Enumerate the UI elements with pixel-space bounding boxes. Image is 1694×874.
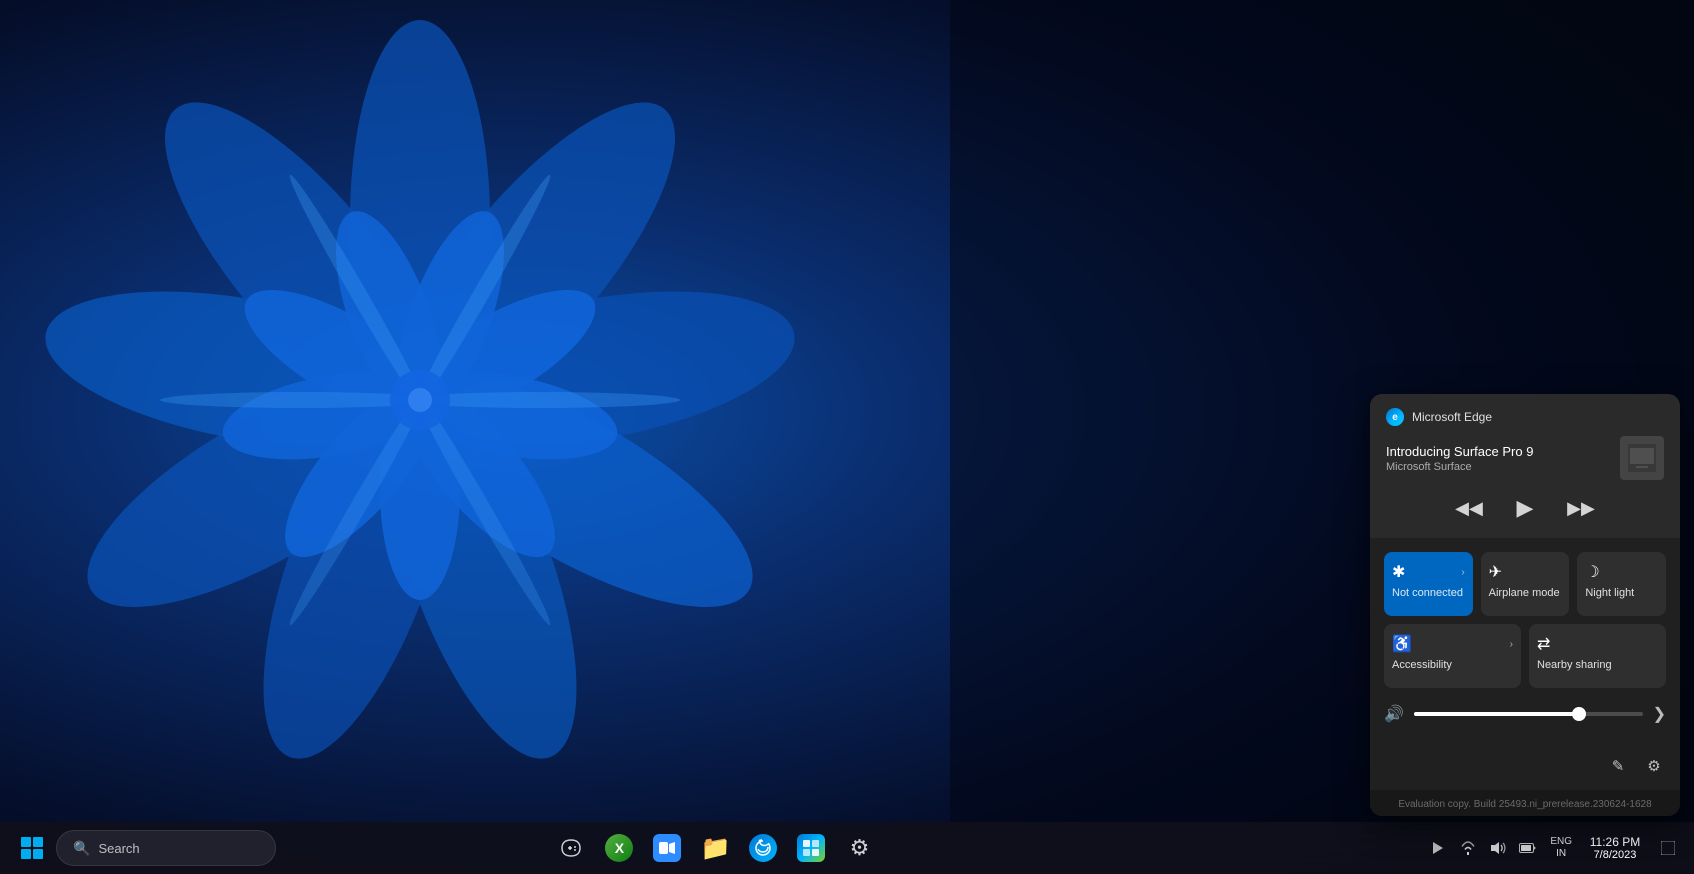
clock-display[interactable]: 11:26 PM 7/8/2023 [1580, 831, 1650, 865]
night-light-icon: ☽ [1585, 562, 1599, 582]
taskbar-app-xbox[interactable]: X [597, 826, 641, 870]
open-settings-button[interactable]: ⚙ [1638, 750, 1670, 782]
network-icon[interactable] [1454, 834, 1482, 862]
quick-toggle-area: ✱ › Not connected ✈ Airplane mode ☽ Nigh… [1370, 540, 1680, 744]
taskbar-app-zoom[interactable] [645, 826, 689, 870]
volume-row: 🔊 ❯ [1384, 700, 1666, 732]
xbox-icon: X [605, 834, 633, 862]
accessibility-arrow-icon: › [1510, 639, 1513, 650]
airplane-icon: ✈ [1489, 562, 1502, 582]
windows-logo-icon [21, 837, 43, 859]
edit-quick-settings-button[interactable]: ✎ [1602, 750, 1634, 782]
night-light-toggle[interactable]: ☽ Night light [1577, 552, 1666, 616]
battery-icon[interactable] [1514, 834, 1542, 862]
accessibility-icon: ♿ [1392, 634, 1412, 654]
gamepad-icon [558, 835, 584, 861]
toggle-grid-row1: ✱ › Not connected ✈ Airplane mode ☽ Nigh… [1384, 552, 1666, 616]
taskbar-app-edge[interactable] [741, 826, 785, 870]
media-next-button[interactable]: ▶▶ [1565, 492, 1597, 524]
accessibility-toggle[interactable]: ♿ › Accessibility [1384, 624, 1521, 688]
media-app-name: Microsoft Edge [1412, 410, 1492, 424]
system-tray [1424, 834, 1542, 862]
media-controls: ◀◀ ▶ ▶▶ [1386, 492, 1664, 524]
quick-settings-panel: e Microsoft Edge Introducing Surface Pro… [1370, 394, 1680, 816]
language-code: ENG [1550, 836, 1572, 848]
search-text: Search [98, 841, 139, 856]
bluetooth-arrow-icon: › [1461, 567, 1464, 578]
bluetooth-icon: ✱ [1392, 562, 1405, 582]
media-title: Introducing Surface Pro 9 [1386, 444, 1620, 459]
nearby-sharing-label: Nearby sharing [1537, 658, 1612, 672]
media-prev-button[interactable]: ◀◀ [1453, 492, 1485, 524]
volume-thumb [1572, 707, 1586, 721]
media-play-button[interactable]: ▶ [1509, 492, 1541, 524]
taskbar-app-gamepad[interactable] [549, 826, 593, 870]
edge-icon [749, 834, 777, 862]
volume-icon: 🔊 [1384, 704, 1404, 724]
start-button[interactable] [12, 828, 52, 868]
media-subtitle: Microsoft Surface [1386, 461, 1620, 473]
airplane-mode-toggle[interactable]: ✈ Airplane mode [1481, 552, 1570, 616]
volume-slider-wrap [1414, 712, 1643, 716]
media-app-row: e Microsoft Edge [1386, 408, 1664, 426]
media-text: Introducing Surface Pro 9 Microsoft Surf… [1386, 444, 1620, 473]
taskbar: 🔍 Search X [0, 822, 1694, 874]
clock-date: 7/8/2023 [1594, 849, 1637, 861]
media-info-row: Introducing Surface Pro 9 Microsoft Surf… [1386, 436, 1664, 480]
store-icon [797, 834, 825, 862]
taskbar-right: ENG IN 11:26 PM 7/8/2023 [1424, 831, 1682, 865]
settings-icon: ⚙ [845, 834, 873, 862]
taskbar-app-store[interactable] [789, 826, 833, 870]
taskbar-search[interactable]: 🔍 Search [56, 830, 276, 866]
watermark-bar: Evaluation copy. Build 25493.ni_prerelea… [1370, 790, 1680, 816]
toggle-grid-row2: ♿ › Accessibility ⇄ Nearby sharing [1384, 624, 1666, 688]
taskbar-app-settings[interactable]: ⚙ [837, 826, 881, 870]
volume-tray-icon[interactable] [1484, 834, 1512, 862]
accessibility-label: Accessibility [1392, 658, 1452, 672]
night-light-label: Night light [1585, 586, 1634, 600]
language-region: IN [1556, 848, 1566, 860]
search-icon: 🔍 [73, 840, 90, 857]
taskbar-center-apps: X 📁 [549, 826, 881, 870]
bluetooth-toggle[interactable]: ✱ › Not connected [1384, 552, 1473, 616]
media-thumbnail [1620, 436, 1664, 480]
media-player-card: e Microsoft Edge Introducing Surface Pro… [1370, 394, 1680, 538]
nearby-sharing-toggle[interactable]: ⇄ Nearby sharing [1529, 624, 1666, 688]
nearby-sharing-icon: ⇄ [1537, 634, 1550, 654]
bluetooth-label: Not connected [1392, 586, 1463, 600]
folder-icon: 📁 [700, 834, 730, 863]
zoom-icon [653, 834, 681, 862]
quick-settings-bottom-bar: ✎ ⚙ [1370, 744, 1680, 790]
volume-expand-icon[interactable]: ❯ [1653, 704, 1666, 724]
volume-fill [1414, 712, 1579, 716]
volume-slider[interactable] [1414, 712, 1643, 716]
watermark-text: Evaluation copy. Build 25493.ni_prerelea… [1398, 799, 1651, 810]
language-indicator[interactable]: ENG IN [1546, 834, 1576, 862]
airplane-label: Airplane mode [1489, 586, 1560, 600]
taskbar-app-file-explorer[interactable]: 📁 [693, 826, 737, 870]
clock-time: 11:26 PM [1590, 835, 1640, 849]
notification-center-button[interactable] [1654, 834, 1682, 862]
show-hidden-icons-button[interactable] [1424, 834, 1452, 862]
edge-app-icon: e [1386, 408, 1404, 426]
